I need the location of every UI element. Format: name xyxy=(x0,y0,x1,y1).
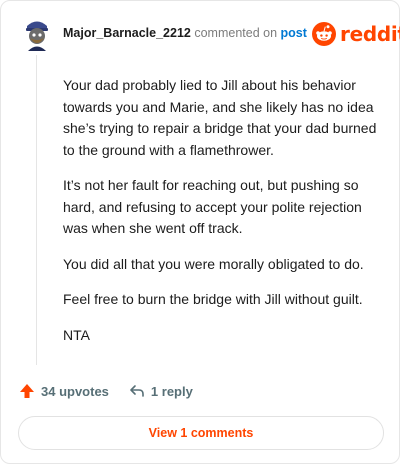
comment-paragraph: Feel free to burn the bridge with Jill w… xyxy=(63,291,363,307)
thread-line xyxy=(36,55,37,365)
comment-paragraph: You did all that you were morally obliga… xyxy=(63,255,364,272)
reply-arrow-icon xyxy=(130,385,144,397)
comment-actions: 34 upvotes 1 reply xyxy=(19,383,193,399)
comment-header: Major_Barnacle_2212 commented on post xyxy=(63,26,307,40)
reddit-logo[interactable]: reddit xyxy=(312,22,400,46)
reply-count: 1 reply xyxy=(150,383,193,399)
upvote-count: 34 upvotes xyxy=(41,383,109,399)
post-link[interactable]: post xyxy=(281,26,307,40)
reply-button[interactable]: 1 reply xyxy=(129,383,193,399)
comment-body: Your dad probably lied to Jill about his… xyxy=(63,75,381,360)
reddit-snoo-icon xyxy=(312,22,336,46)
comment-paragraph: NTA xyxy=(63,326,90,343)
reddit-wordmark: reddit xyxy=(340,22,400,46)
comment-card: Major_Barnacle_2212 commented on post re… xyxy=(0,0,400,464)
avatar[interactable] xyxy=(19,15,55,51)
view-comments-button[interactable]: View 1 comments xyxy=(18,416,384,450)
arrow-up-icon xyxy=(20,384,34,398)
upvote-button[interactable]: 34 upvotes xyxy=(19,383,109,399)
comment-paragraph: Your dad probably lied to Jill about his… xyxy=(63,77,377,158)
commented-on-text: commented on xyxy=(194,26,278,40)
avatar-icon xyxy=(19,15,55,51)
comment-paragraph: It’s not her fault for reaching out, but… xyxy=(63,177,362,236)
username-link[interactable]: Major_Barnacle_2212 xyxy=(63,26,191,40)
